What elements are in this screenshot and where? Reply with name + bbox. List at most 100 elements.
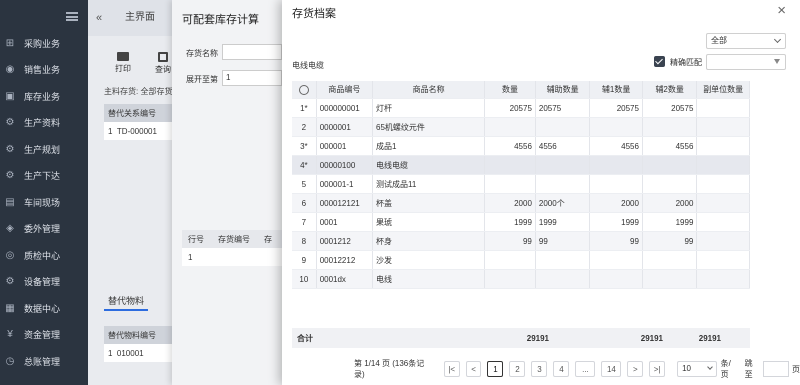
sidebar-header [0,0,88,30]
sidebar-item-5[interactable]: ⚙ 生产下达 [0,163,88,190]
page-button[interactable]: 3 [531,361,548,377]
sidebar-item-10[interactable]: ▦ 数据中心 [0,295,88,322]
col-header-aux-qty[interactable]: 辅助数量 [536,81,591,98]
table-row[interactable]: 3* 000001 成品1 4556 4556 4556 4556 [292,137,750,156]
col-header-aux1-qty[interactable]: 辅1数量 [590,81,643,98]
col-header-aux2-qty[interactable]: 辅2数量 [643,81,698,98]
cell-aux2-qty [643,156,698,174]
cell-sub-unit-qty [697,213,750,231]
jump-page-input[interactable] [763,361,790,377]
prev-page-button[interactable]: < [465,361,482,377]
col-row: 行号 [188,234,204,244]
cell-aux2-qty [643,118,698,136]
sidebar-item-1[interactable]: ◉ 销售业务 [0,57,88,84]
page-button[interactable]: 14 [601,361,622,377]
sidebar-item-4[interactable]: ⚙ 生产规划 [0,136,88,163]
table-row[interactable]: 10 0001dx 电线 [292,270,750,289]
table-row[interactable]: 8 0001212 杯身 99 99 99 99 [292,232,750,251]
col-header-qty[interactable]: 数量 [485,81,536,98]
cell-aux1-qty: 1999 [590,213,643,231]
cell-aux1-qty [590,156,643,174]
col-code: 存货编号 [218,234,250,244]
tab-home[interactable]: 主界面 [113,8,167,28]
cell-qty [485,251,536,269]
sidebar-item-label: 数据中心 [24,303,61,314]
sidebar-item-0[interactable]: ⊞ 采购业务 [0,30,88,57]
cell-sub-unit-qty [697,270,750,288]
col-header-sub-unit-qty[interactable]: 副单位数量 [697,81,750,98]
total-spacer [318,328,378,348]
print-button[interactable]: 打印 [108,52,138,74]
total-spacer [552,328,610,348]
column-settings-button[interactable] [292,81,317,98]
table-header: 商品编号 商品名称 数量 辅助数量 辅1数量 辅2数量 副单位数量 [292,81,750,99]
hamburger-menu-icon[interactable] [66,12,78,21]
sidebar-item-2[interactable]: ▣ 库存业务 [0,83,88,110]
filter-input[interactable] [706,54,786,70]
category-select[interactable]: 全部 [706,33,786,49]
cell-code: 000001 [317,137,373,155]
tab-replacement-material[interactable]: 替代物料 [104,292,149,311]
row-code: 010001 [116,348,144,358]
exact-match-checkbox[interactable] [654,56,665,67]
table-row[interactable]: 9 00012212 沙发 [292,251,750,270]
next-page-button[interactable]: > [627,361,644,377]
table-row[interactable]: 1 [182,248,292,266]
cell-sub-unit-qty [697,99,750,117]
table-row[interactable]: 1* 000000001 灯杆 20575 20575 20575 20575 [292,99,750,118]
dialog-title: 可配套库存计算 [182,14,259,26]
row-index: 1 [188,252,193,262]
table-row[interactable]: 1 010001 [104,344,174,362]
inventory-table: 商品编号 商品名称 数量 辅助数量 辅1数量 辅2数量 副单位数量 1* 0000… [292,81,750,289]
dispatch-icon: ⚙ [5,170,15,182]
cell-aux-qty: 20575 [536,99,591,117]
page-size-select[interactable]: 10 [677,361,717,377]
col-extra: 存 [264,234,272,244]
sidebar-item-label: 生产资料 [24,118,61,129]
col-header-name[interactable]: 商品名称 [373,81,486,98]
page-button[interactable]: 1 [487,361,504,377]
replacement-table: 替代物料编号 1 010001 [104,326,174,362]
page-button[interactable]: ... [575,361,596,377]
table-row[interactable]: 2 0000001 65机螺纹元件 [292,118,750,137]
warehouse-icon: ▣ [5,90,15,102]
table-row[interactable]: 4* 00000100 电线电缆 [292,156,750,175]
total-spacer [378,328,498,348]
cell-aux-qty: 1999 [536,213,591,231]
sidebar-item-label: 采购业务 [24,38,61,49]
sidebar-item-8[interactable]: ◎ 质检中心 [0,242,88,269]
first-page-button[interactable]: |< [443,361,460,377]
page-size-unit: 条/页 [720,359,731,379]
sidebar-item-9[interactable]: ⚙ 设备管理 [0,269,88,296]
sidebar-item-3[interactable]: ⚙ 生产资料 [0,110,88,137]
close-icon[interactable]: × [777,2,786,19]
table-row[interactable]: 1 TD-000001 [104,122,174,140]
sidebar-item-11[interactable]: ¥ 资金管理 [0,322,88,349]
sidebar-item-label: 生产下达 [24,171,61,182]
table-row[interactable]: 7 0001 果琥 1999 1999 1999 1999 [292,213,750,232]
table-row[interactable]: 5 000001-1 测试成品11 [292,175,750,194]
cart-icon: ⊞ [5,37,15,49]
sidebar: ⊞ 采购业务 ◉ 销售业务 ▣ 库存业务 ⚙ 生产资料 ⚙ 生产规划 ⚙ 生产下达 ▤ 车间现场 ◈ 委外管理… [0,0,88,385]
sidebar-item-6[interactable]: ▤ 车间现场 [0,189,88,216]
sales-icon: ◉ [5,64,15,76]
page-button[interactable]: 2 [509,361,526,377]
filter-icon[interactable] [774,59,780,64]
collapse-tabs-icon[interactable]: « [96,12,102,24]
cell-code: 000012121 [317,194,373,212]
sidebar-item-7[interactable]: ◈ 委外管理 [0,216,88,243]
table-row[interactable]: 6 000012121 杯盖 2000 2000个 2000 2000 [292,194,750,213]
cell-aux1-qty [590,118,643,136]
sidebar-item-12[interactable]: ◷ 总账管理 [0,348,88,375]
last-page-button[interactable]: >| [649,361,666,377]
plan-icon: ⚙ [5,143,15,155]
cell-aux2-qty: 4556 [643,137,698,155]
row-index: 1 [108,348,113,358]
page-button[interactable]: 4 [553,361,570,377]
expand-level-input[interactable]: 1 [222,70,282,86]
col-header-code[interactable]: 商品编号 [317,81,373,98]
cell-sub-unit-qty [697,175,750,193]
query-icon [158,52,168,62]
total-qty: 29191 [526,333,549,343]
item-name-input[interactable] [222,44,282,60]
